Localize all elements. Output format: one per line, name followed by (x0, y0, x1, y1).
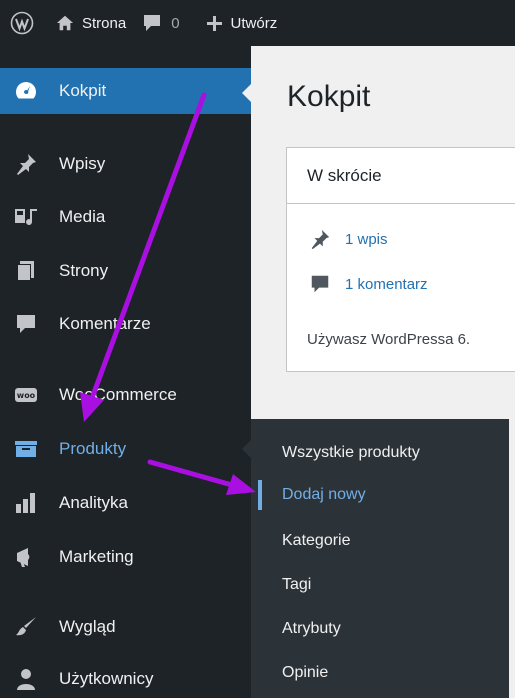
sidebar-item-woocommerce[interactable]: woo WooCommerce (0, 372, 251, 418)
wordpress-version-text: Używasz WordPressa 6. (307, 331, 471, 348)
woo-icon: woo (8, 383, 44, 407)
chart-bar-icon (8, 491, 44, 515)
sidebar-item-strony[interactable]: Strony (0, 248, 251, 294)
submenu-item-tags[interactable]: Tagi (251, 565, 509, 605)
new-label: Utwórz (230, 14, 278, 32)
sidebar-item-label: Wygląd (59, 617, 116, 636)
archive-icon (8, 437, 44, 461)
new-content-link[interactable]: Utwórz (180, 0, 278, 46)
products-submenu: Wszystkie produkty Dodaj nowy Kategorie … (251, 419, 509, 698)
posts-count-text: 1 wpis (345, 230, 388, 248)
sidebar-item-media[interactable]: Media (0, 194, 251, 240)
widget-title[interactable]: W skrócie (287, 148, 515, 204)
pin-icon (8, 152, 44, 176)
widget-title-text: W skrócie (307, 165, 382, 185)
sidebar-item-label: Komentarze (59, 314, 151, 333)
comments-link[interactable]: 0 (126, 0, 180, 46)
megaphone-icon (8, 545, 44, 569)
wordpress-logo-icon[interactable] (0, 0, 42, 46)
sidebar-item-komentarze[interactable]: Komentarze (0, 301, 251, 347)
sidebar-item-produkty[interactable]: Produkty (0, 426, 252, 472)
plus-icon (206, 15, 222, 31)
sidebar-item-label: WooCommerce (59, 385, 177, 404)
sidebar-item-uzytkownicy[interactable]: Użytkownicy (0, 656, 251, 698)
sidebar-item-label: Produkty (59, 439, 127, 458)
sidebar-item-kokpit[interactable]: Kokpit (0, 68, 252, 114)
media-icon (8, 205, 44, 229)
sidebar-item-label: Media (59, 207, 106, 226)
home-icon (56, 15, 74, 31)
submenu-item-attributes[interactable]: Atrybuty (251, 609, 509, 649)
pages-icon (8, 259, 44, 283)
comment-count: 0 (171, 14, 180, 32)
page-title: Kokpit (287, 80, 371, 113)
pin-icon (311, 229, 330, 250)
admin-sidebar: Kokpit Wpisy Media Strony Komentarze woo… (0, 46, 252, 698)
comments-count-text: 1 komentarz (345, 275, 428, 293)
sidebar-item-label: Marketing (59, 547, 134, 566)
sidebar-item-analityka[interactable]: Analityka (0, 480, 251, 526)
current-menu-indicator (242, 83, 252, 103)
sidebar-item-label: Użytkownicy (59, 669, 154, 688)
submenu-item-reviews[interactable]: Opinie (251, 653, 509, 693)
comment-icon (144, 15, 161, 31)
submenu-item-add-new[interactable]: Dodaj nowy (251, 475, 509, 515)
submenu-item-categories[interactable]: Kategorie (251, 521, 509, 561)
sidebar-item-label: Wpisy (59, 154, 106, 173)
posts-count-link[interactable]: 1 wpis (309, 228, 388, 250)
comment-icon (8, 312, 44, 336)
sidebar-item-wpisy[interactable]: Wpisy (0, 141, 251, 187)
sidebar-item-wyglad[interactable]: Wygląd (0, 604, 251, 650)
svg-text:woo: woo (17, 391, 36, 400)
comment-icon (311, 275, 329, 293)
at-a-glance-widget: W skrócie 1 wpis 1 komentarz Używasz Wor… (286, 147, 515, 372)
user-icon (8, 667, 44, 691)
site-home-link[interactable]: Strona (42, 0, 126, 46)
sidebar-item-label: Kokpit (59, 81, 107, 100)
brush-icon (8, 615, 44, 639)
sidebar-item-marketing[interactable]: Marketing (0, 534, 251, 580)
submenu-item-all-products[interactable]: Wszystkie produkty (251, 433, 509, 473)
dashboard-icon (8, 79, 44, 103)
site-name: Strona (82, 14, 127, 32)
admin-bar: Strona 0 Utwórz (0, 0, 515, 46)
sidebar-item-label: Analityka (59, 493, 128, 512)
sidebar-item-label: Strony (59, 261, 109, 280)
comments-count-link[interactable]: 1 komentarz (309, 273, 428, 295)
